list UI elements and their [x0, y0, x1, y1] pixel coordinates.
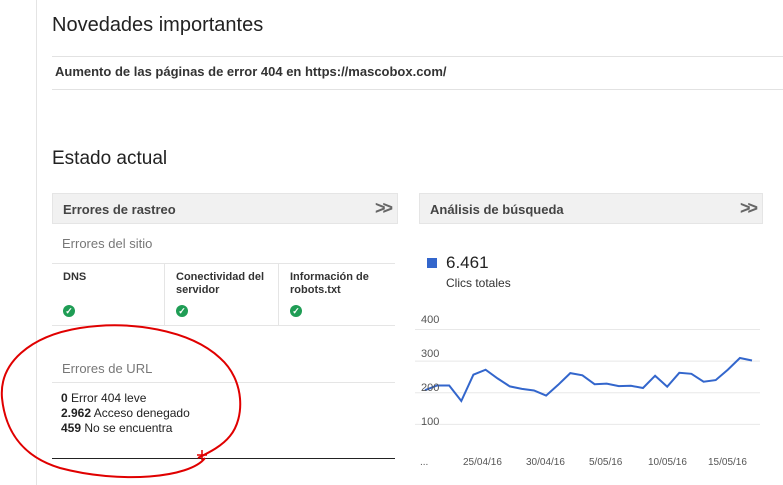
- y-tick-label: 300: [421, 348, 440, 360]
- red-annotation-circle: [0, 324, 242, 479]
- x-tick-label: 30/04/16: [526, 457, 565, 468]
- x-tick-label: 15/05/16: [708, 457, 747, 468]
- clicks-line-chart[interactable]: [415, 310, 760, 456]
- series-color-swatch: [427, 258, 437, 268]
- page-title: Novedades importantes: [52, 14, 264, 36]
- crawl-errors-title[interactable]: Errores de rastreo: [63, 202, 176, 217]
- total-clicks-label: Clics totales: [446, 276, 511, 290]
- dns-label: DNS: [63, 271, 87, 283]
- connectivity-label: Conectividad del servidor: [176, 271, 265, 296]
- notice-text[interactable]: Aumento de las páginas de error 404 en h…: [55, 64, 447, 79]
- x-tick-label: 25/04/16: [463, 457, 502, 468]
- check-icon: ✓: [290, 305, 302, 317]
- x-tick-label: 5/05/16: [589, 457, 623, 468]
- y-tick-label: 100: [421, 416, 440, 428]
- check-icon: ✓: [176, 305, 188, 317]
- robots-label: Información de robots.txt: [290, 271, 369, 296]
- x-tick-label: ...: [420, 457, 429, 468]
- check-icon: ✓: [63, 305, 75, 317]
- total-clicks-value: 6.461: [446, 253, 489, 272]
- dns-cell[interactable]: DNS ✓: [52, 264, 165, 325]
- site-errors-grid: DNS ✓ Conectividad del servidor ✓ Inform…: [52, 263, 395, 326]
- search-analytics-title[interactable]: Análisis de búsqueda: [430, 202, 564, 217]
- double-chevron-right-icon[interactable]: >>: [740, 198, 758, 219]
- y-tick-label: 200: [421, 382, 440, 394]
- x-tick-label: 10/05/16: [648, 457, 687, 468]
- robots-cell[interactable]: Información de robots.txt ✓: [279, 264, 395, 325]
- site-errors-label: Errores del sitio: [62, 236, 153, 251]
- y-tick-label: 400: [421, 314, 440, 326]
- clicks-series-line: [424, 356, 753, 403]
- notice-row[interactable]: Aumento de las páginas de error 404 en h…: [52, 56, 783, 90]
- status-title: Estado actual: [52, 148, 168, 169]
- crawl-errors-header[interactable]: Errores de rastreo >>: [52, 193, 398, 224]
- connectivity-cell[interactable]: Conectividad del servidor ✓: [165, 264, 279, 325]
- double-chevron-right-icon[interactable]: >>: [375, 198, 393, 219]
- search-analytics-header[interactable]: Análisis de búsqueda >>: [419, 193, 763, 224]
